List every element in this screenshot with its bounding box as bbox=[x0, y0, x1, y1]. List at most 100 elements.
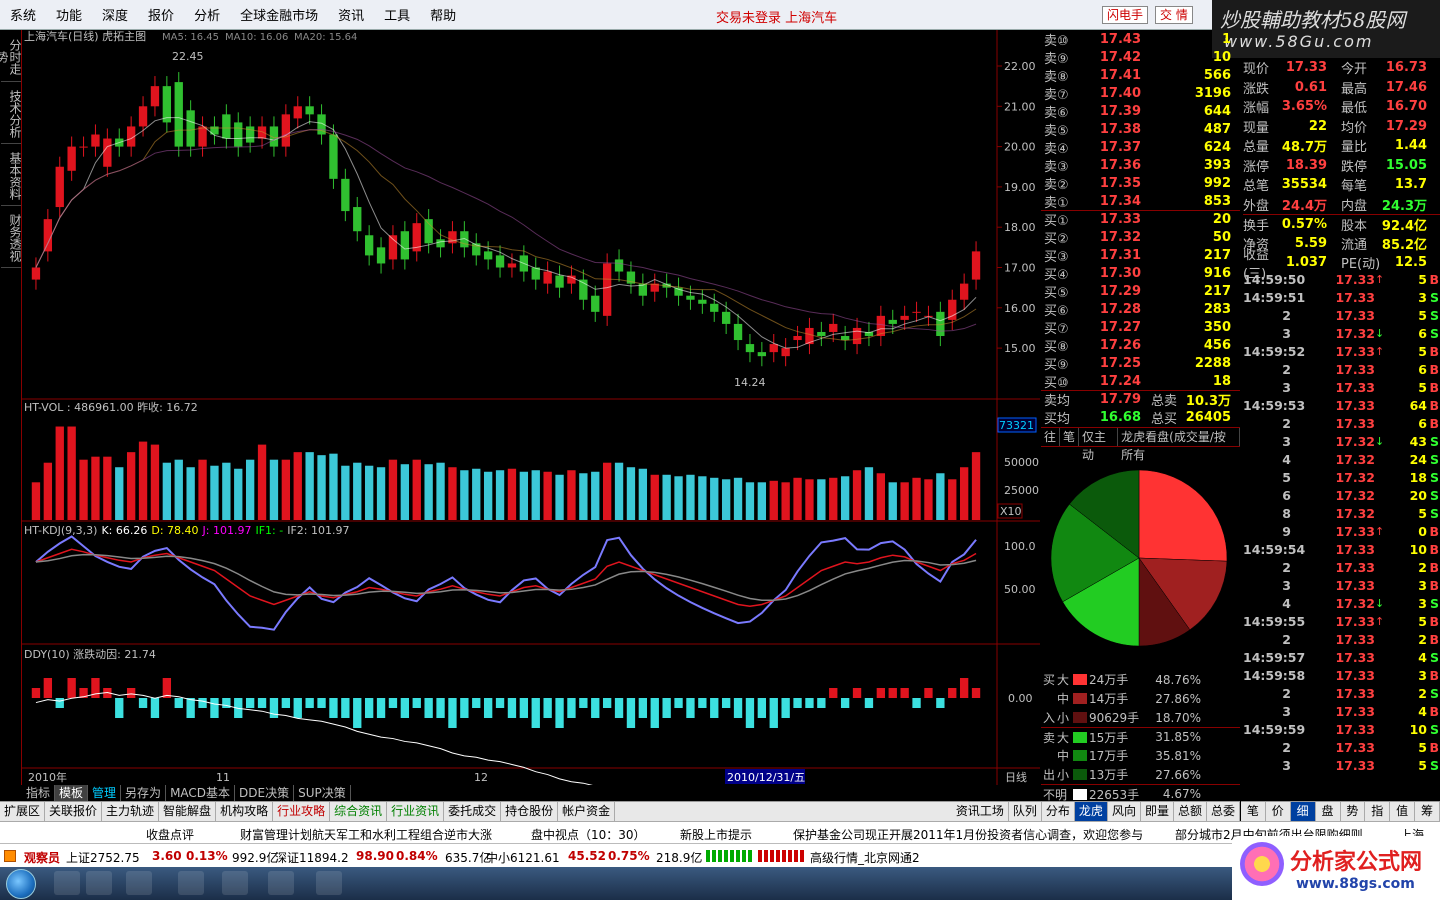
menu-item[interactable]: 功能 bbox=[46, 5, 92, 24]
tick-row[interactable]: 4 17.32 24 S bbox=[1243, 450, 1440, 468]
period-label[interactable]: 日线 bbox=[1005, 770, 1027, 784]
menu-item[interactable]: 全球金融市场 bbox=[230, 5, 328, 24]
tick-row[interactable]: 14:59:53 17.33 64 B bbox=[1243, 396, 1440, 414]
extension-tab[interactable]: 即量 bbox=[1141, 802, 1174, 821]
right-tab[interactable]: 笔 bbox=[1241, 802, 1266, 821]
extension-tab[interactable]: 机构攻略 bbox=[216, 802, 274, 821]
indicator-tab[interactable]: DDE决策 bbox=[235, 785, 295, 801]
tick-row[interactable]: 14:59:58 17.33 3 B bbox=[1243, 666, 1440, 684]
taskbar-app-icon[interactable] bbox=[126, 871, 152, 895]
tick-time: 3 bbox=[1282, 577, 1291, 593]
news-item[interactable]: 收盘点评 bbox=[146, 826, 194, 843]
left-tab[interactable]: 基本资料 bbox=[1, 150, 22, 206]
taskbar-app-icon[interactable] bbox=[316, 871, 342, 895]
menu-item[interactable]: 工具 bbox=[374, 5, 420, 24]
extension-tab[interactable]: 主力轨迹 bbox=[102, 802, 160, 821]
extension-tab[interactable]: 智能解盘 bbox=[159, 802, 217, 821]
chart-area[interactable]: 上海汽车(日线) 虎拓主图 MA5: 16.45 MA10: 16.06 MA2… bbox=[22, 29, 1040, 837]
tick-row[interactable]: 8 17.32 5 S bbox=[1243, 504, 1440, 522]
tick-row[interactable]: 2 17.33 2 B bbox=[1243, 558, 1440, 576]
pie-tab[interactable]: 仅主动 bbox=[1079, 428, 1119, 462]
right-tab[interactable]: 筹 bbox=[1415, 802, 1440, 821]
indicator-tab[interactable]: SUP决策 bbox=[294, 785, 351, 801]
tick-row[interactable]: 9 17.33 ↑ 0 B bbox=[1243, 522, 1440, 540]
indicator-tab[interactable]: 管理 bbox=[88, 785, 122, 801]
extension-tab[interactable]: 持仓股份 bbox=[501, 802, 559, 821]
extension-tab[interactable]: 风向 bbox=[1108, 802, 1141, 821]
extension-tab[interactable]: 帐户资金 bbox=[558, 802, 616, 821]
left-tab[interactable]: 技术分析 bbox=[1, 88, 22, 144]
extension-tab[interactable]: 委托成交 bbox=[444, 802, 502, 821]
extension-tab[interactable]: 行业攻略 bbox=[273, 802, 331, 821]
menu-item[interactable]: 帮助 bbox=[420, 5, 466, 24]
news-item[interactable]: 保护基金公司现正开展2011年1月份投资者信心调查，欢迎您参与 bbox=[793, 826, 1143, 843]
tick-row[interactable]: 6 17.32 20 S bbox=[1243, 486, 1440, 504]
tick-row[interactable]: 3 17.32 ↓ 6 S bbox=[1243, 324, 1440, 342]
taskbar-app-icon[interactable] bbox=[178, 871, 204, 895]
left-tab[interactable]: 财务透视 bbox=[1, 212, 22, 268]
trade-button[interactable]: 交 情 bbox=[1155, 6, 1193, 24]
menu-item[interactable]: 报价 bbox=[138, 5, 184, 24]
start-button[interactable] bbox=[6, 869, 36, 899]
extension-tab[interactable]: 资讯工场 bbox=[952, 802, 1009, 821]
tick-row[interactable]: 14:59:50 17.33 ↑ 5 B bbox=[1243, 270, 1440, 288]
pie-tab[interactable]: 往 bbox=[1041, 428, 1061, 446]
news-item[interactable]: 财富管理计划航天军工和水利工程组合逆市大涨 bbox=[240, 826, 492, 843]
tick-row[interactable]: 5 17.32 18 S bbox=[1243, 468, 1440, 486]
right-tab[interactable]: 值 bbox=[1390, 802, 1416, 821]
tick-row[interactable]: 14:59:57 17.33 4 S bbox=[1243, 648, 1440, 666]
taskbar-app-icon[interactable] bbox=[54, 871, 80, 895]
tick-row[interactable]: 14:59:54 17.33 10 B bbox=[1243, 540, 1440, 558]
tick-row[interactable]: 2 17.33 5 S bbox=[1243, 306, 1440, 324]
right-tab[interactable]: 价 bbox=[1266, 802, 1291, 821]
tick-row[interactable]: 2 17.33 2 B bbox=[1243, 630, 1440, 648]
extension-tab[interactable]: 总额 bbox=[1174, 802, 1207, 821]
taskbar-app-icon[interactable] bbox=[86, 871, 112, 895]
indicator-tab[interactable]: 模板 bbox=[55, 785, 89, 801]
tick-row[interactable]: 14:59:55 17.33 ↑ 5 B bbox=[1243, 612, 1440, 630]
indicator-tab[interactable]: 指标 bbox=[22, 785, 56, 801]
tick-row[interactable]: 3 17.33 4 B bbox=[1243, 702, 1440, 720]
tick-row[interactable]: 2 17.33 2 S bbox=[1243, 684, 1440, 702]
extension-tab[interactable]: 综合资讯 bbox=[330, 802, 388, 821]
tick-row[interactable]: 2 17.33 6 B bbox=[1243, 360, 1440, 378]
news-item[interactable]: 新股上市提示 bbox=[680, 826, 752, 843]
tick-row[interactable]: 14:59:52 17.33 ↑ 5 B bbox=[1243, 342, 1440, 360]
right-tab[interactable]: 盘 bbox=[1316, 802, 1341, 821]
menu-item[interactable]: 深度 bbox=[92, 5, 138, 24]
menu-item[interactable]: 资讯 bbox=[328, 5, 374, 24]
pie-tab[interactable]: 笔 bbox=[1060, 428, 1080, 446]
extension-tab[interactable]: 扩展区 bbox=[0, 802, 46, 821]
extension-tab[interactable]: 分布 bbox=[1042, 802, 1075, 821]
right-tab[interactable]: 势 bbox=[1341, 802, 1366, 821]
pie-tab[interactable]: 龙虎看盘(成交量/按所有 bbox=[1118, 428, 1240, 462]
left-tab[interactable]: 分时走势 bbox=[0, 36, 22, 82]
taskbar-app-icon[interactable] bbox=[268, 871, 294, 895]
watcher-label[interactable]: 观察员 bbox=[24, 849, 60, 866]
tick-row[interactable]: 3 17.33 5 S bbox=[1243, 756, 1440, 774]
tick-row[interactable]: 14:59:59 17.33 10 S bbox=[1243, 720, 1440, 738]
extension-tab[interactable]: 队列 bbox=[1009, 802, 1042, 821]
extension-tab[interactable]: 总委 bbox=[1207, 802, 1240, 821]
indicator-tab[interactable]: 另存为 bbox=[121, 785, 167, 801]
menu-item[interactable]: 分析 bbox=[184, 5, 230, 24]
extension-tab[interactable]: 关联报价 bbox=[45, 802, 103, 821]
tick-row[interactable]: 3 17.32 ↓ 43 S bbox=[1243, 432, 1440, 450]
news-item[interactable]: 盘中视点（10：30） bbox=[531, 826, 646, 843]
tick-list[interactable]: 14:59:50 17.33 ↑ 5 B 14:59:51 17.33 3 S 2 17.33 5 S 3… bbox=[1243, 270, 1440, 792]
right-tab[interactable]: 细 bbox=[1290, 802, 1316, 821]
taskbar-app-icon[interactable] bbox=[222, 871, 248, 895]
tick-row[interactable]: 2 17.33 6 B bbox=[1243, 414, 1440, 432]
tick-row[interactable]: 3 17.33 3 B bbox=[1243, 576, 1440, 594]
menu-item[interactable]: 系统 bbox=[0, 5, 46, 24]
chart-svg[interactable]: 上海汽车(日线) 虎拓主图 MA5: 16.45 MA10: 16.06 MA2… bbox=[22, 29, 1040, 837]
right-tab[interactable]: 指 bbox=[1365, 802, 1391, 821]
tick-row[interactable]: 14:59:51 17.33 3 S bbox=[1243, 288, 1440, 306]
tick-row[interactable]: 4 17.32 ↓ 3 S bbox=[1243, 594, 1440, 612]
indicator-tab[interactable]: MACD基本 bbox=[166, 785, 236, 801]
tick-row[interactable]: 2 17.33 5 B bbox=[1243, 738, 1440, 756]
flash-button[interactable]: 闪电手 bbox=[1102, 6, 1149, 24]
tick-row[interactable]: 3 17.33 5 B bbox=[1243, 378, 1440, 396]
extension-tab[interactable]: 龙虎 bbox=[1074, 802, 1108, 821]
extension-tab[interactable]: 行业资讯 bbox=[387, 802, 445, 821]
